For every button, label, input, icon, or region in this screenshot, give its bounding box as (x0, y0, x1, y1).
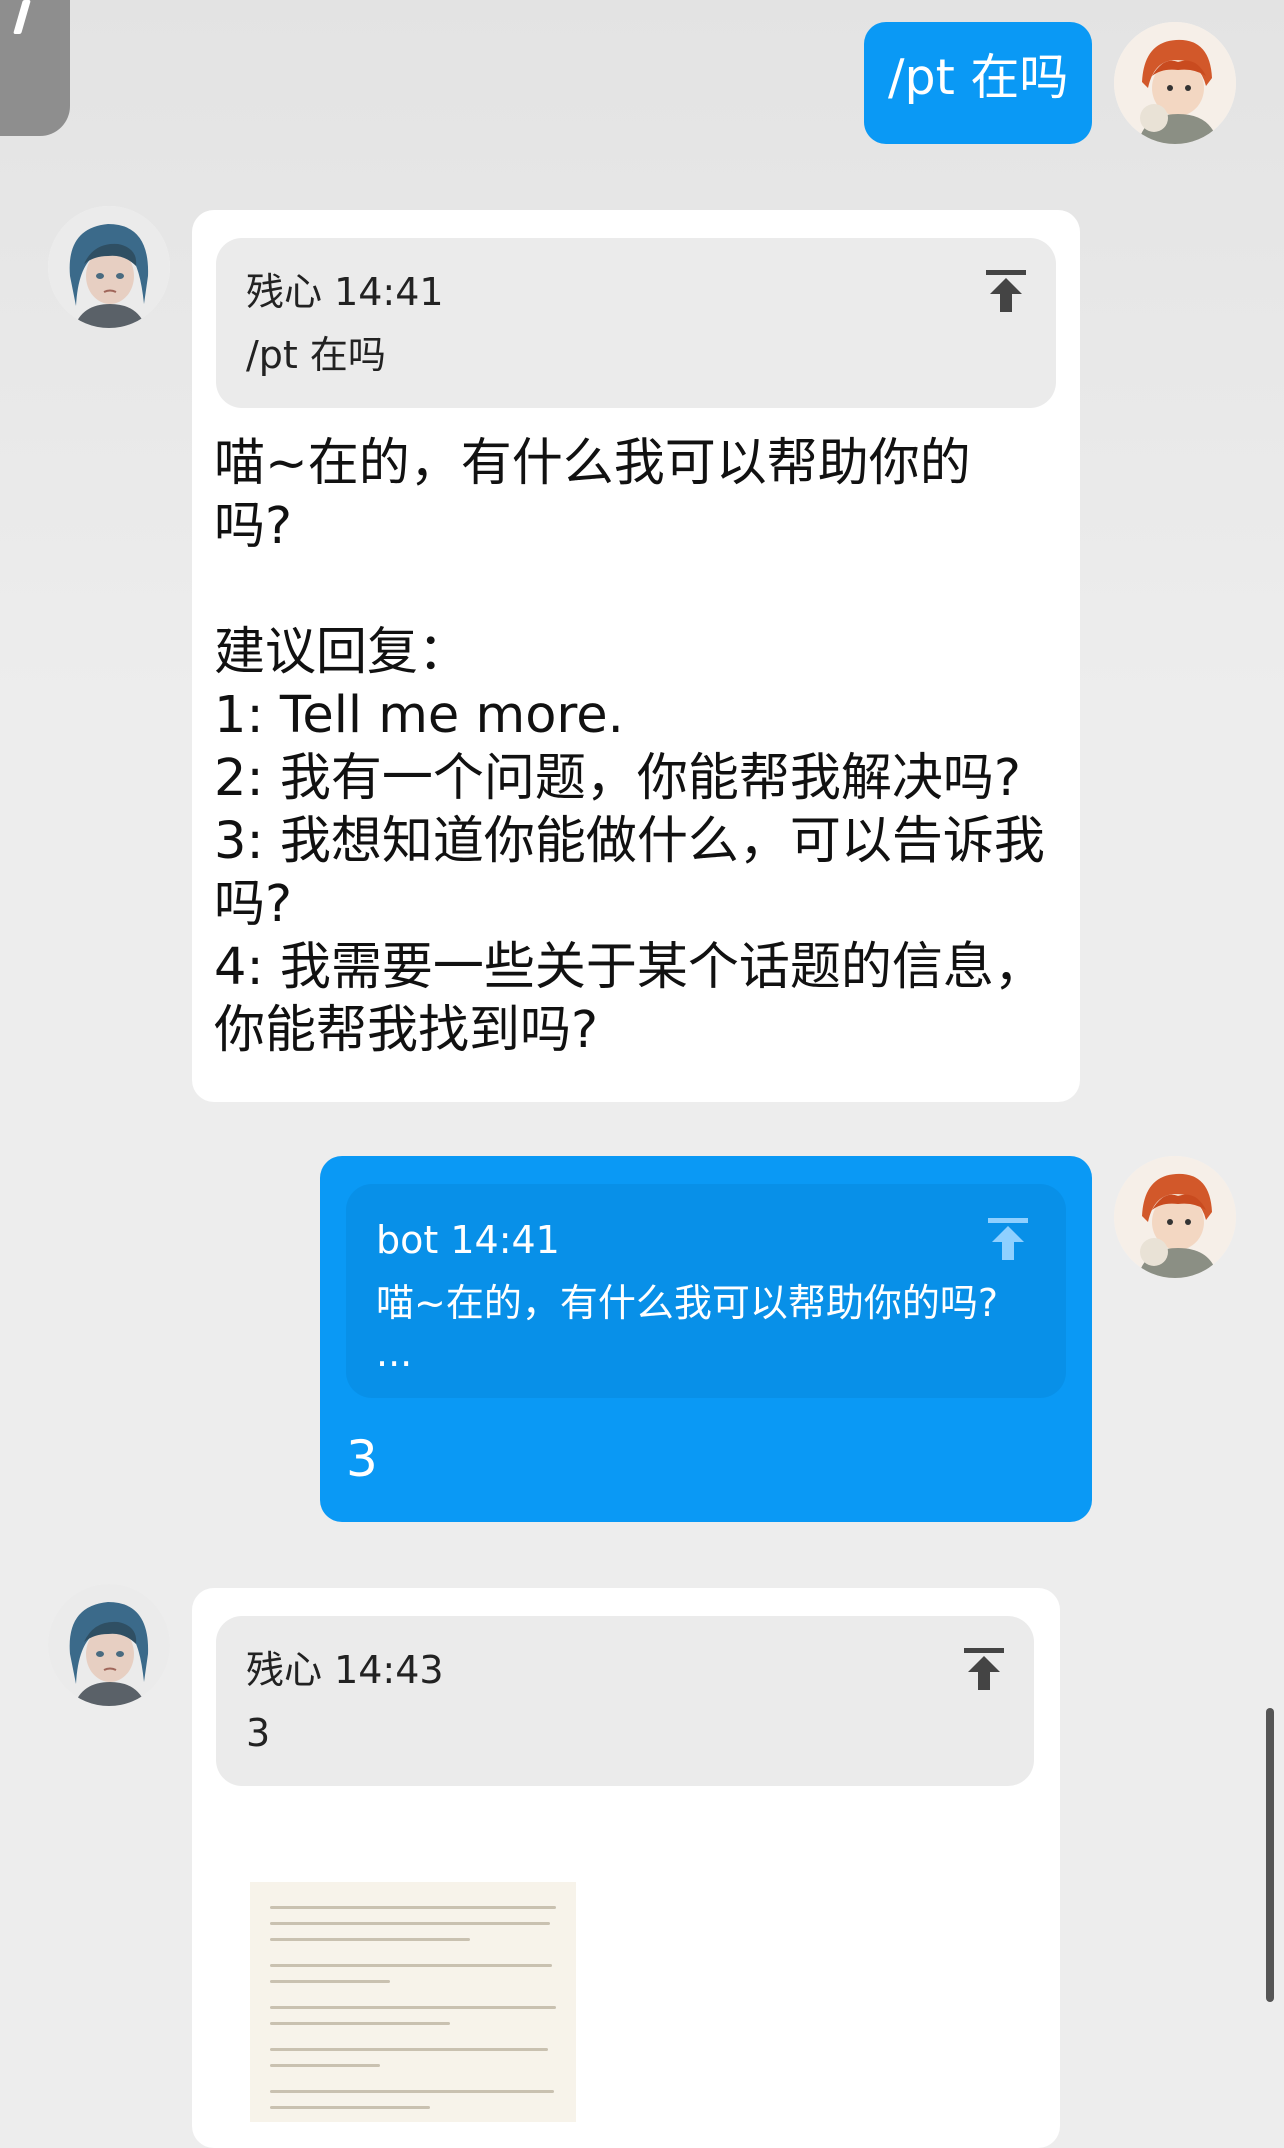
user-avatar-icon[interactable] (1114, 22, 1236, 144)
image-text-line (270, 1938, 470, 1941)
image-text-line (270, 1922, 550, 1925)
message-text: 3 (346, 1430, 378, 1488)
image-text-line (270, 2090, 554, 2093)
incoming-message-bubble[interactable]: 残心 14:43 3 (192, 1588, 1060, 2148)
quoted-message[interactable]: 残心 14:41 /pt 在吗 (216, 238, 1056, 408)
pin-to-top-icon[interactable] (962, 1646, 1006, 1692)
pin-to-top-icon[interactable] (984, 268, 1028, 314)
pin-to-top-icon[interactable] (986, 1216, 1030, 1262)
outgoing-message-bubble[interactable]: /pt 在吗 (864, 22, 1092, 144)
quote-header: bot 14:41 (376, 1218, 560, 1262)
message-text: /pt 在吗 (888, 49, 1069, 106)
attached-image[interactable] (250, 1882, 576, 2122)
quote-body: 喵~在的，有什么我可以帮助你的吗? ... (376, 1281, 999, 1375)
quote-body: /pt 在吗 (246, 333, 386, 377)
quoted-message[interactable]: bot 14:41 喵~在的，有什么我可以帮助你的吗? ... (346, 1184, 1066, 1398)
bot-avatar-icon[interactable] (48, 206, 170, 328)
user-avatar-icon[interactable] (1114, 1156, 1236, 1278)
message-text: 喵~在的，有什么我可以帮助你的 吗? 建议回复： 1: Tell me more… (214, 434, 1045, 1060)
image-text-line (270, 2106, 430, 2109)
outgoing-message-bubble[interactable]: bot 14:41 喵~在的，有什么我可以帮助你的吗? ... 3 (320, 1156, 1092, 1522)
quote-header: 残心 14:43 (246, 1648, 444, 1692)
incoming-message-bubble[interactable]: 残心 14:41 /pt 在吗 喵~在的，有什么我可以帮助你的 吗? 建议回复：… (192, 210, 1080, 1102)
scrollbar[interactable] (1266, 1708, 1274, 2002)
image-text-line (270, 2006, 556, 2009)
image-text-line (270, 1906, 556, 1909)
image-text-line (270, 2064, 380, 2067)
quote-body: 3 (246, 1711, 271, 1755)
quoted-message[interactable]: 残心 14:43 3 (216, 1616, 1034, 1786)
back-tab-mark (13, 0, 31, 34)
bot-avatar-icon[interactable] (48, 1584, 170, 1706)
back-tab[interactable] (0, 0, 70, 136)
image-text-line (270, 2022, 450, 2025)
image-text-line (270, 1964, 552, 1967)
image-text-line (270, 1980, 390, 1983)
image-text-line (270, 2048, 548, 2051)
quote-header: 残心 14:41 (246, 270, 444, 314)
